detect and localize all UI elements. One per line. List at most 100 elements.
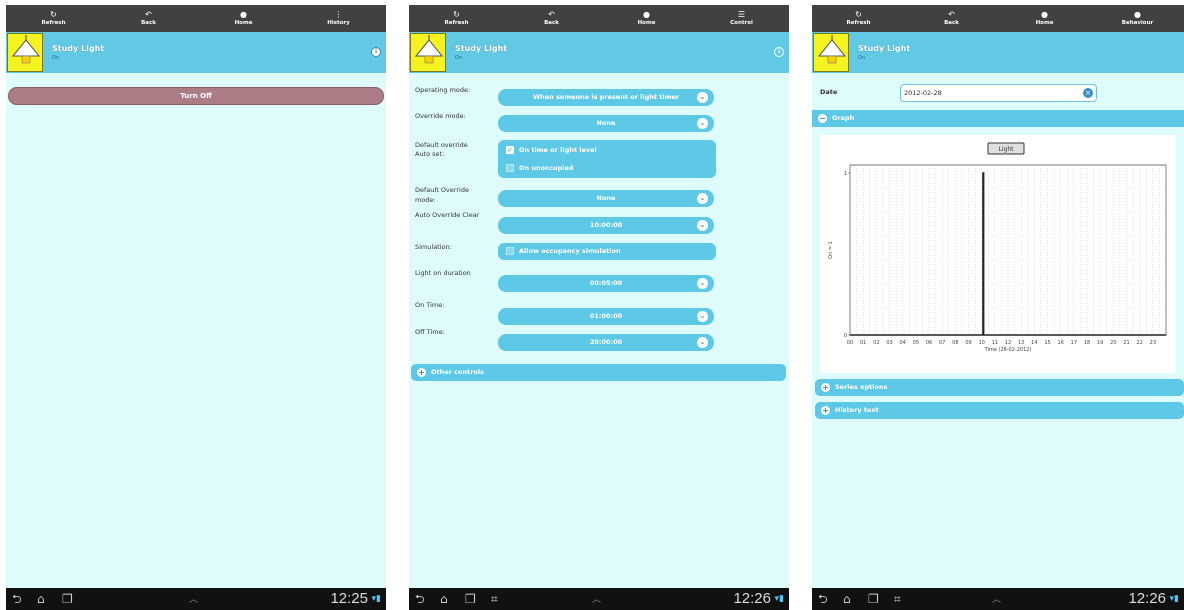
home-button[interactable]: ● Home: [196, 5, 291, 32]
override-mode-select[interactable]: None ⌄: [498, 115, 714, 132]
back-icon: ↶: [948, 10, 955, 19]
signal-icon: ▾▮: [1169, 594, 1179, 604]
system-nav-bar: ⮌ ⌂ ❐ ⌗ ︿ 12:26 ▾▮: [812, 588, 1184, 610]
on-unoccupied-checkbox[interactable]: On unoccupied: [506, 163, 573, 173]
behaviour-icon: ●: [1134, 10, 1141, 19]
back-nav-icon[interactable]: ⮌: [818, 591, 828, 607]
history-text-toggle[interactable]: + History text: [815, 402, 1184, 419]
x-axis-label: Time (28-02-2012): [984, 347, 1032, 353]
home-nav-icon[interactable]: ⌂: [37, 591, 45, 607]
x-tick-label: 05: [913, 340, 919, 346]
x-tick-label: 01: [860, 340, 866, 346]
x-tick-label: 22: [1136, 340, 1142, 346]
minus-icon: −: [818, 114, 827, 123]
lamp-icon: [410, 33, 446, 72]
back-nav-icon[interactable]: ⮌: [12, 591, 22, 607]
auto-set-label: Auto set:: [415, 150, 445, 158]
x-tick-label: 21: [1123, 340, 1129, 346]
history-button[interactable]: ⋮ History: [291, 5, 386, 32]
action-bar: ↻ Refresh ↶ Back ● Home ⋮ History: [6, 5, 386, 32]
device-history-screen: ↻ Refresh ↶ Back ● Home ● Behaviour Study Li…: [812, 5, 1184, 610]
recent-apps-icon[interactable]: ❐: [62, 591, 73, 607]
on-time-select[interactable]: 01:00:00 ⌄: [498, 308, 714, 325]
back-nav-icon[interactable]: ⮌: [415, 591, 425, 607]
x-tick-label: 18: [1084, 340, 1090, 346]
recent-apps-icon[interactable]: ❐: [868, 591, 879, 607]
refresh-button[interactable]: ↻ Refresh: [409, 5, 504, 32]
default-override-mode-select[interactable]: None ⌄: [498, 190, 714, 207]
chevron-down-icon: ⌄: [697, 118, 708, 129]
y-tick-label: 1: [844, 171, 847, 177]
history-chart: Light 00 01 02 03 04 05 06 07 08 09 10 11 12 13 14 15 16 1…: [820, 135, 1176, 373]
home-nav-icon[interactable]: ⌂: [440, 591, 448, 607]
x-tick-label: 06: [926, 340, 932, 346]
chevron-up-icon[interactable]: ︿: [189, 592, 198, 605]
default-override-mode-label-2: mode:: [415, 196, 436, 204]
home-button[interactable]: ● Home: [998, 5, 1091, 32]
behaviour-button[interactable]: ● Behaviour: [1091, 5, 1184, 32]
device-status: On: [455, 55, 463, 61]
system-nav-bar: ⮌ ⌂ ❐ ⌗ ︿ 12:26 ▾▮: [409, 588, 789, 610]
refresh-button[interactable]: ↻ Refresh: [6, 5, 101, 32]
plus-icon: +: [417, 368, 426, 377]
home-icon: ●: [643, 10, 650, 19]
back-button[interactable]: ↶ Back: [905, 5, 998, 32]
light-on-duration-select[interactable]: 00:05:00 ⌄: [498, 275, 714, 292]
chevron-down-icon: ⌄: [697, 337, 708, 348]
info-icon[interactable]: i: [371, 47, 381, 57]
series-options-toggle[interactable]: + Series options: [815, 379, 1184, 396]
home-nav-icon[interactable]: ⌂: [843, 591, 851, 607]
refresh-icon: ↻: [453, 10, 460, 19]
operating-mode-select[interactable]: When someone is present or light timer ⌄: [498, 89, 714, 106]
x-tick-label: 09: [965, 340, 971, 346]
device-header: Study Light On i: [409, 32, 789, 73]
screenshot-icon[interactable]: ⌗: [491, 591, 498, 607]
checkbox-checked-icon: ✓: [506, 146, 514, 154]
plus-icon: +: [821, 383, 830, 392]
back-button[interactable]: ↶ Back: [101, 5, 196, 32]
checkbox-unchecked-icon: [506, 247, 514, 255]
x-tick-label: 03: [886, 340, 892, 346]
occupancy-simulation-checkbox[interactable]: Allow occupancy simulation: [506, 246, 621, 256]
date-label: Date: [820, 88, 838, 96]
chevron-up-icon[interactable]: ︿: [592, 592, 601, 605]
off-time-label: Off Time:: [415, 328, 445, 336]
date-input[interactable]: 2012-02-28 ×: [900, 84, 1097, 102]
off-time-select[interactable]: 20:00:00 ⌄: [498, 334, 714, 351]
on-time-label: On Time:: [415, 301, 445, 309]
auto-override-clear-select[interactable]: 10:00:00 ⌄: [498, 217, 714, 234]
default-override-label: Default override: [415, 141, 468, 149]
history-icon: ⋮: [334, 10, 343, 19]
back-button[interactable]: ↶ Back: [504, 5, 599, 32]
x-tick-label: 16: [1057, 340, 1063, 346]
checkbox-unchecked-icon: [506, 164, 514, 172]
status-clock: 12:26: [1128, 590, 1166, 607]
refresh-button[interactable]: ↻ Refresh: [812, 5, 905, 32]
chevron-up-icon[interactable]: ︿: [992, 592, 1001, 605]
operating-mode-label: Operating mode:: [415, 86, 471, 94]
status-clock: 12:25: [330, 590, 368, 607]
legend-label: Light: [999, 146, 1015, 153]
action-bar: ↻ Refresh ↶ Back ● Home ● Behaviour: [812, 5, 1184, 32]
screenshot-icon[interactable]: ⌗: [894, 591, 901, 607]
x-tick-label: 20: [1110, 340, 1116, 346]
x-tick-label: 10: [978, 340, 984, 346]
turn-off-button[interactable]: Turn Off: [8, 87, 384, 105]
other-controls-toggle[interactable]: + Other controls: [411, 364, 786, 381]
info-icon[interactable]: i: [774, 47, 784, 57]
device-title: Study Light: [52, 44, 105, 53]
x-tick-label: 15: [1044, 340, 1050, 346]
recent-apps-icon[interactable]: ❐: [465, 591, 476, 607]
chevron-down-icon: ⌄: [697, 193, 708, 204]
control-button[interactable]: ☰ Control: [694, 5, 789, 32]
y-tick-label: 0: [844, 333, 847, 339]
refresh-icon: ↻: [50, 10, 57, 19]
refresh-icon: ↻: [855, 10, 862, 19]
clear-icon[interactable]: ×: [1083, 88, 1093, 98]
x-tick-label: 13: [1018, 340, 1024, 346]
graph-section-toggle[interactable]: − Graph: [812, 110, 1184, 127]
on-time-checkbox[interactable]: ✓ On time or light level: [506, 145, 597, 155]
plus-icon: +: [821, 406, 830, 415]
x-tick-label: 08: [952, 340, 958, 346]
home-button[interactable]: ● Home: [599, 5, 694, 32]
